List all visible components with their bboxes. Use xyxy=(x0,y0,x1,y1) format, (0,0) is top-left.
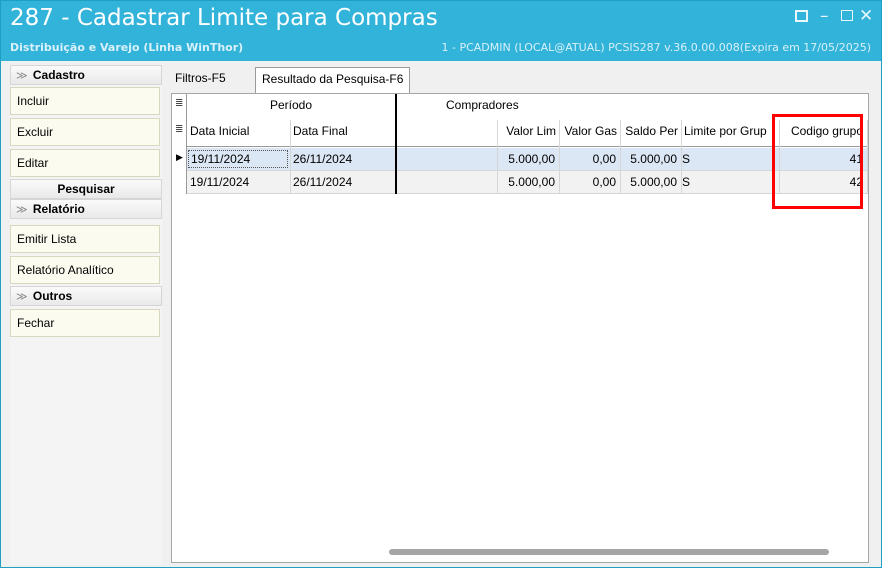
col-header-compradores[interactable] xyxy=(400,120,496,142)
col-header-saldo-per[interactable]: Saldo Per xyxy=(621,120,680,142)
column-divider xyxy=(186,94,187,194)
product-name: Distribuição e Varejo (Linha WinThor) xyxy=(10,41,244,54)
restore-icon[interactable] xyxy=(795,10,808,22)
cell-valor-gas[interactable]: 0,00 xyxy=(560,152,619,166)
section-outros-label: Outros xyxy=(32,289,73,303)
cell-valor-lim[interactable]: 5.000,00 xyxy=(498,152,558,166)
group-header-compradores: Compradores xyxy=(446,98,519,112)
chevron-icon: ≫ xyxy=(16,70,28,82)
group-header-periodo: Período xyxy=(269,98,313,112)
cell-limite-grupo[interactable]: S xyxy=(682,152,777,166)
row-indicator-icon: ▶ xyxy=(176,152,183,162)
cell-valor-gas[interactable]: 0,00 xyxy=(560,175,619,189)
cell-data-final[interactable]: 26/11/2024 xyxy=(293,175,393,189)
chevron-icon: ≫ xyxy=(16,204,28,216)
section-pesquisar[interactable]: Pesquisar xyxy=(10,179,162,199)
column-divider xyxy=(681,120,682,194)
minimize-icon[interactable]: – xyxy=(820,7,829,25)
row-divider xyxy=(186,193,868,194)
horizontal-scrollbar[interactable] xyxy=(389,549,829,555)
maximize-icon[interactable] xyxy=(841,10,853,21)
cell-data-final[interactable]: 26/11/2024 xyxy=(293,152,393,166)
incluir-button[interactable]: Incluir xyxy=(10,87,160,115)
column-divider xyxy=(620,120,621,194)
window-title: 287 - Cadastrar Limite para Compras xyxy=(10,5,438,31)
fechar-button[interactable]: Fechar xyxy=(10,309,160,337)
section-outros[interactable]: ≫ Outros xyxy=(10,286,162,306)
chevron-icon: ≫ xyxy=(16,291,28,303)
section-relatorio[interactable]: ≫ Relatório xyxy=(10,199,162,219)
section-cadastro-label: Cadastro xyxy=(32,68,85,82)
col-header-data-final[interactable]: Data Final xyxy=(293,120,393,142)
actions-sidebar: ≫ Cadastro Incluir Excluir Editar Pesqui… xyxy=(10,65,162,565)
section-cadastro[interactable]: ≫ Cadastro xyxy=(10,65,162,85)
column-divider xyxy=(867,120,868,194)
cell-limite-grupo[interactable]: S xyxy=(682,175,777,189)
close-icon[interactable]: ✕ xyxy=(859,7,873,25)
cell-valor-lim[interactable]: 5.000,00 xyxy=(498,175,558,189)
relatorio-analitico-button[interactable]: Relatório Analítico xyxy=(10,256,160,284)
cell-data-inicial[interactable]: 19/11/2024 xyxy=(188,150,288,168)
results-grid[interactable]: ≣ Período Compradores ≣ Data Inicial Dat… xyxy=(171,93,869,563)
column-divider xyxy=(395,94,397,194)
column-divider xyxy=(559,120,560,194)
col-header-limite-grupo[interactable]: Limite por Grup xyxy=(682,120,777,142)
col-header-data-inicial[interactable]: Data Inicial xyxy=(190,120,290,142)
header-divider xyxy=(186,146,868,147)
title-bar[interactable]: 287 - Cadastrar Limite para Compras Dist… xyxy=(1,1,881,61)
column-divider xyxy=(290,120,291,194)
session-info: 1 - PCADMIN (LOCAL@ATUAL) PCSIS287 v.36.… xyxy=(441,41,872,54)
editar-button[interactable]: Editar xyxy=(10,149,160,177)
col-header-valor-gas[interactable]: Valor Gas xyxy=(560,120,619,142)
highlight-box xyxy=(772,114,863,209)
tab-resultado-pesquisa[interactable]: Resultado da Pesquisa-F6 xyxy=(255,67,411,93)
tab-filtros[interactable]: Filtros-F5 xyxy=(169,67,232,91)
section-relatorio-label: Relatório xyxy=(32,202,85,216)
excluir-button[interactable]: Excluir xyxy=(10,118,160,146)
column-menu-icon[interactable]: ≣ xyxy=(175,98,183,109)
column-menu-icon[interactable]: ≣ xyxy=(175,124,183,135)
app-window: 287 - Cadastrar Limite para Compras Dist… xyxy=(0,0,882,568)
emitir-lista-button[interactable]: Emitir Lista xyxy=(10,225,160,253)
cell-data-inicial[interactable]: 19/11/2024 xyxy=(190,175,290,189)
column-divider xyxy=(497,120,498,194)
cell-saldo-per[interactable]: 5.000,00 xyxy=(621,152,680,166)
col-header-valor-lim[interactable]: Valor Lim xyxy=(498,120,558,142)
cell-saldo-per[interactable]: 5.000,00 xyxy=(621,175,680,189)
